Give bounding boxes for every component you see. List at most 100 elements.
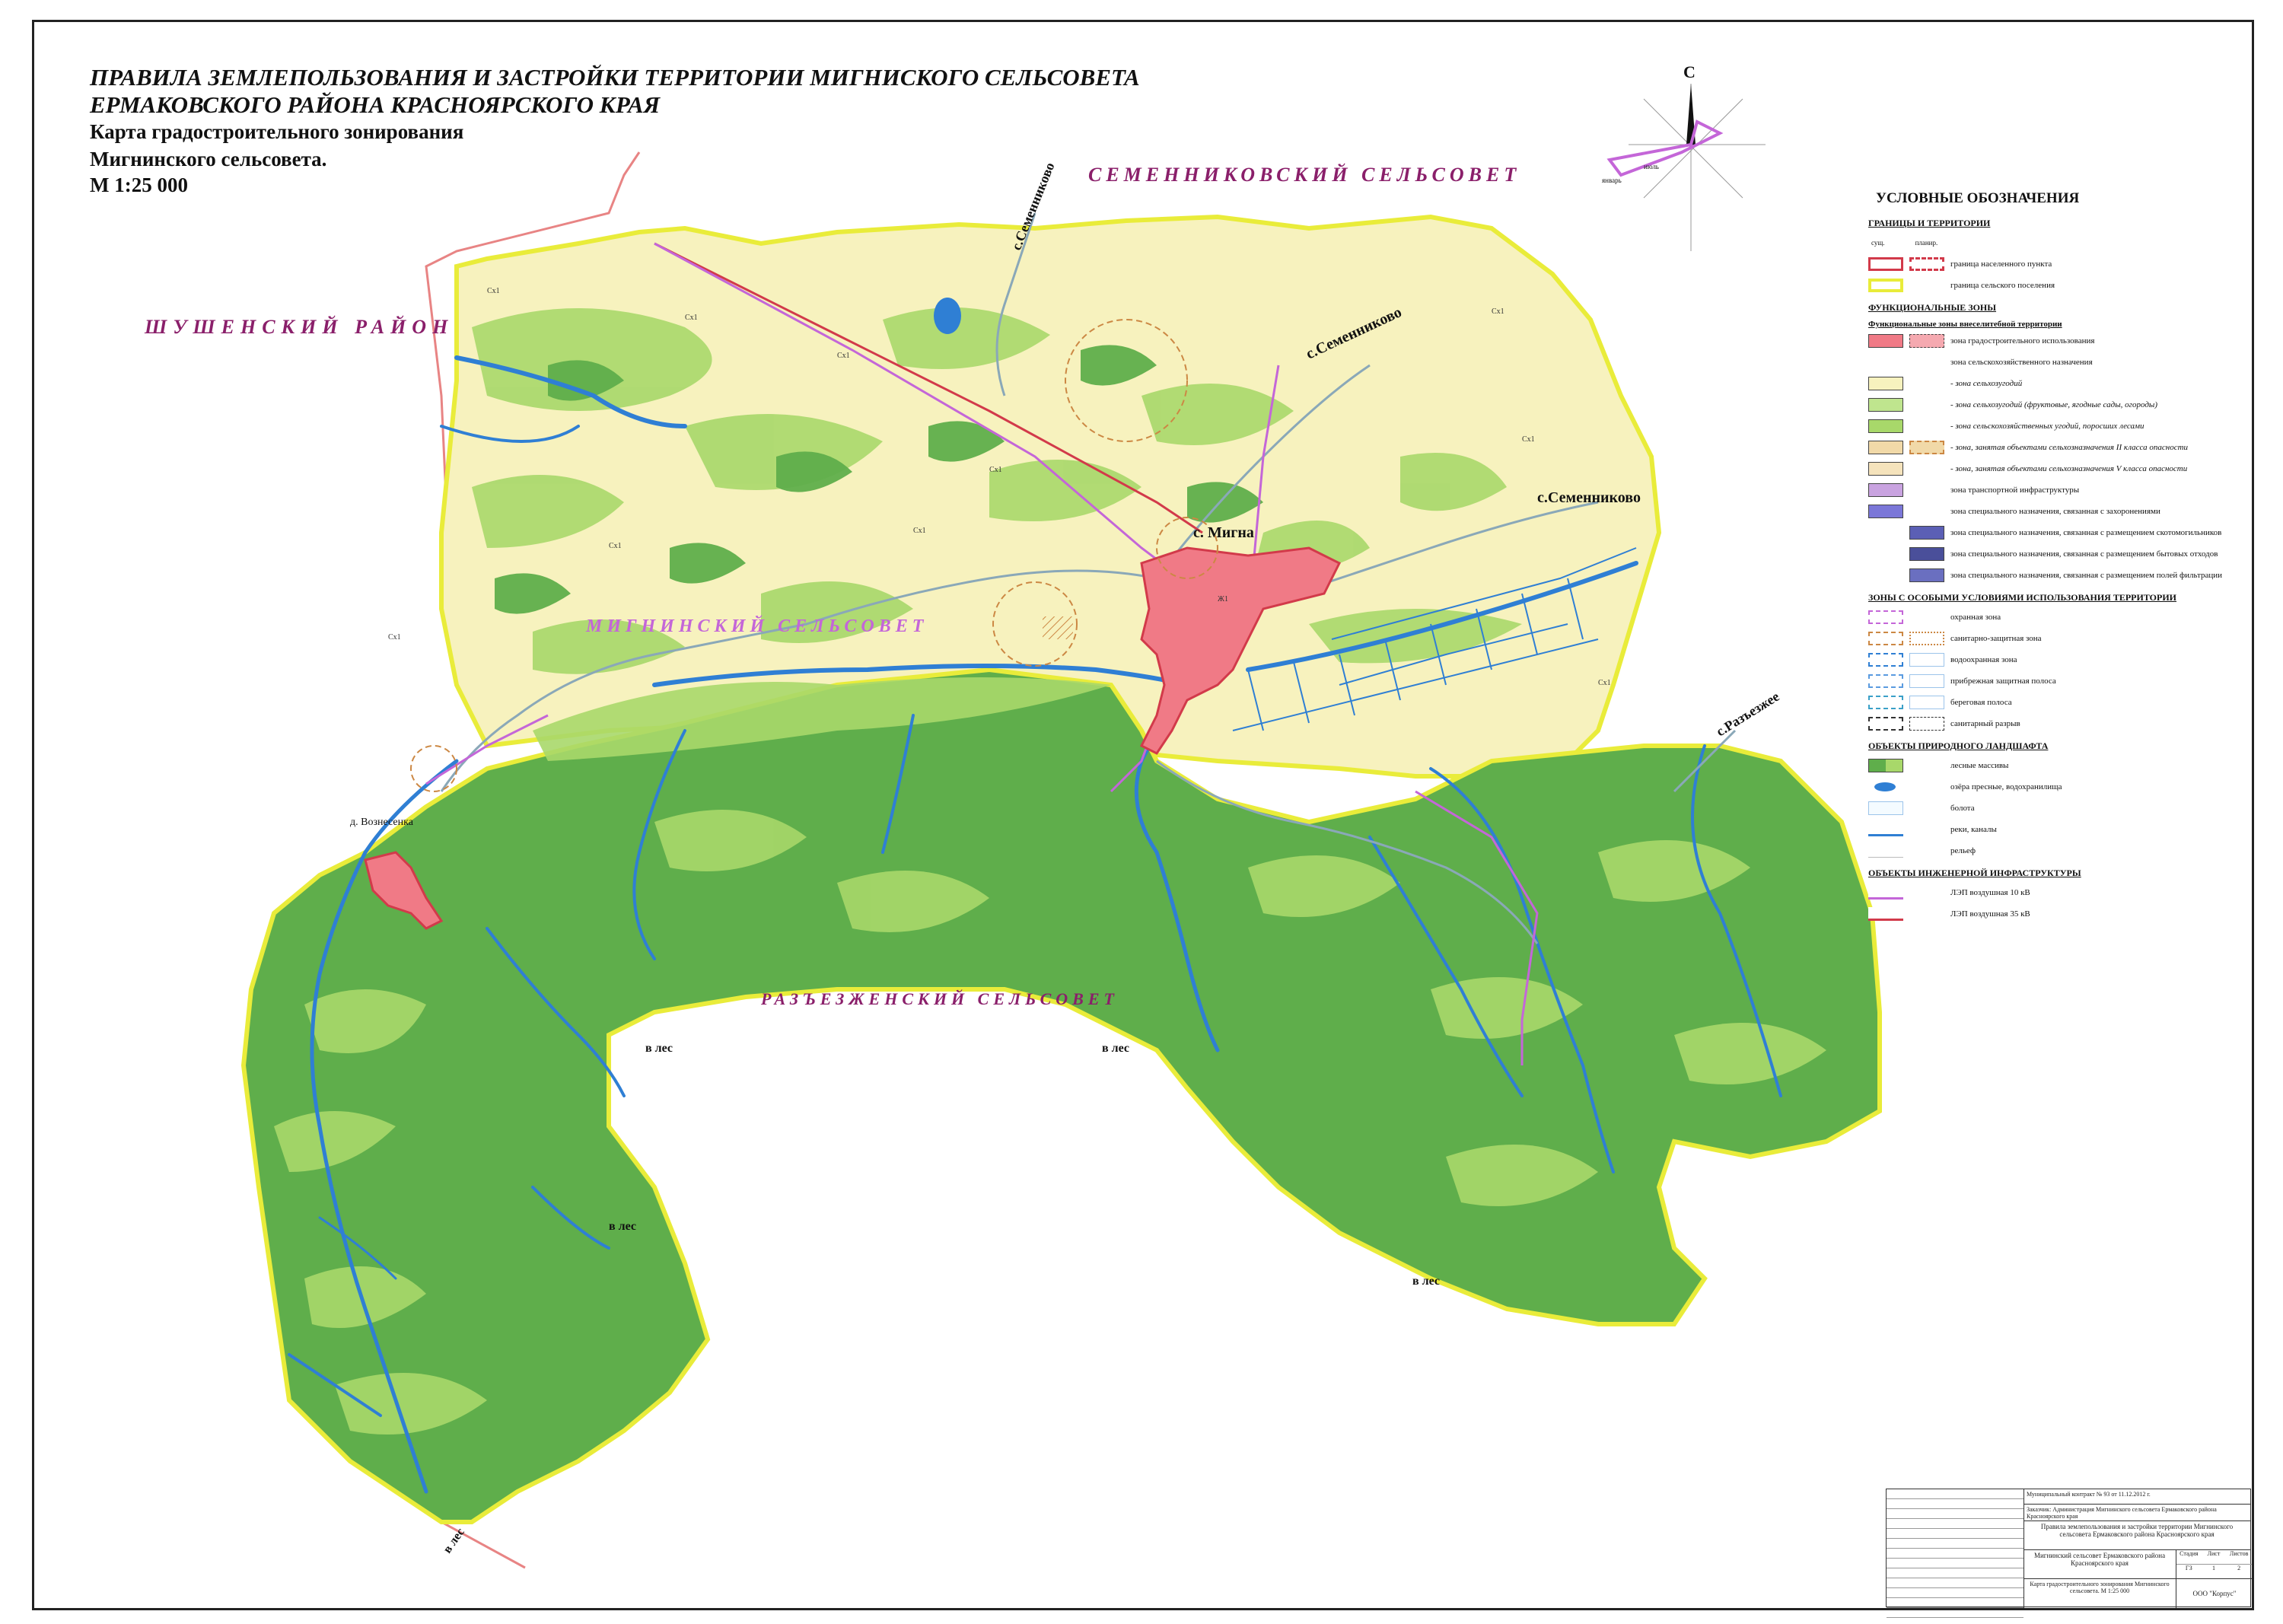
stamp-organization: ООО "Корпус": [2176, 1579, 2253, 1608]
swatch-settlement-border: [1868, 257, 1903, 271]
stamp-stage: ГЗ: [2185, 1565, 2192, 1571]
swatch-agri-land: [1868, 377, 1903, 390]
stamp-sheet-info: Стадия Лист Листов ГЗ 1 2: [2176, 1550, 2252, 1579]
swatch-rivers: [1868, 823, 1903, 836]
legend-label-burial: зона специального назначения, связанная …: [1950, 506, 2160, 516]
legend-item-settlement-border: граница населенного пункта: [1868, 255, 2264, 273]
legend-label-rural-border: граница сельского поселения: [1950, 280, 2055, 290]
legend-item-agri-purpose: зона сельскохозяйственного назначения: [1868, 353, 2264, 371]
map-subtitle: Карта градостроительного зонирования: [90, 120, 464, 143]
swatch-rural-border: [1868, 279, 1903, 292]
legend-label-sanitary-gap: санитарный разрыв: [1950, 718, 2020, 728]
legend-item-forests: лесные массивы: [1868, 756, 2264, 775]
legend-label-power-35: ЛЭП воздушная 35 кВ: [1950, 909, 2030, 919]
legend-label-rivers: реки, каналы: [1950, 824, 1997, 834]
legend-label-agri-purpose: зона сельскохозяйственного назначения: [1950, 357, 2093, 367]
legend-item-shore-strip: береговая полоса: [1868, 693, 2264, 712]
title-block-signatures: [1887, 1489, 2024, 1618]
legend-label-agri-orchard: - зона сельхозугодий (фруктовые, ягодные…: [1950, 400, 2157, 409]
legend-section-landscape: ОБЪЕКТЫ ПРИРОДНОГО ЛАНДШАФТА: [1868, 740, 2049, 751]
legend-label-coastal-strip: прибрежная защитная полоса: [1950, 676, 2056, 686]
legend-item-agri-class2: - зона, занятая объектами сельхозназначе…: [1868, 438, 2264, 457]
map-subtitle-2: Мигнинского сельсовета.: [90, 148, 327, 170]
swatch-swamps: [1868, 801, 1903, 815]
swatch-coastal-strip-2: [1909, 674, 1944, 688]
legend-label-cattle-burial: зона специального назначения, связанная …: [1950, 527, 2222, 537]
legend-item-agri-land: - зона сельхозугодий: [1868, 374, 2264, 393]
legend-label-sanitary: санитарно-защитная зона: [1950, 633, 2042, 643]
legend-section-boundaries: ГРАНИЦЫ И ТЕРРИТОРИИ: [1868, 218, 1991, 228]
legend-item-agri-class5: - зона, занятая объектами сельхозназначе…: [1868, 460, 2264, 478]
swatch-power-35: [1868, 907, 1903, 921]
legend-item-cattle-burial: зона специального назначения, связанная …: [1868, 524, 2264, 542]
title-block: Муниципальный контракт № 93 от 11.12.201…: [1886, 1489, 2253, 1618]
stamp-drawing-title: Карта градостроительного зонирования Миг…: [2030, 1581, 2170, 1594]
stamp-sheet-label: Лист: [2201, 1550, 2227, 1565]
legend-item-water-protection: водоохранная зона: [1868, 651, 2264, 669]
legend-section-special: ЗОНЫ С ОСОБЫМИ УСЛОВИЯМИ ИСПОЛЬЗОВАНИЯ Т…: [1868, 592, 2177, 603]
swatch-urban-use-planned: [1909, 334, 1944, 348]
swatch-sanitary-planned: [1909, 632, 1944, 645]
legend-item-rivers: реки, каналы: [1868, 820, 2264, 839]
swatch-urban-use: [1868, 334, 1903, 348]
legend-item-swamps: болота: [1868, 799, 2264, 817]
map-sheet: ПРАВИЛА ЗЕМЛЕПОЛЬЗОВАНИЯ И ЗАСТРОЙКИ ТЕР…: [0, 0, 2283, 1624]
swatch-waste: [1909, 547, 1944, 561]
legend-label-agri-class5: - зона, занятая объектами сельхозназначе…: [1950, 463, 2188, 473]
legend-item-sanitary-gap: санитарный разрыв: [1868, 715, 2264, 733]
swatch-coastal-strip: [1868, 674, 1903, 688]
legend-label-protection: охранная зона: [1950, 612, 2001, 622]
legend-item-lakes: озёра пресные, водохранилища: [1868, 778, 2264, 796]
swatch-shore-strip: [1868, 696, 1903, 709]
legend-col-planned: планир.: [1915, 239, 1938, 247]
swatch-agri-class2: [1868, 441, 1903, 454]
legend-label-relief: рельеф: [1950, 845, 1976, 855]
legend-label-agri-class2: - зона, занятая объектами сельхозназначе…: [1950, 442, 2189, 452]
legend-item-filtration: зона специального назначения, связанная …: [1868, 566, 2264, 584]
legend-col-headers: сущ. планир.: [1868, 234, 2264, 252]
swatch-shore-strip-2: [1909, 696, 1944, 709]
swatch-agri-overgrown: [1868, 419, 1903, 433]
legend-col-existing: сущ.: [1871, 239, 1885, 247]
legend-item-urban-use: зона градостроительного использования: [1868, 332, 2264, 350]
legend-item-rural-border: граница сельского поселения: [1868, 276, 2264, 295]
stamp-customer: Заказчик: Администрация Мигнинского сель…: [2023, 1505, 2250, 1521]
legend-label-forests: лесные массивы: [1950, 760, 2009, 770]
map-legend: УСЛОВНЫЕ ОБОЗНАЧЕНИЯ ГРАНИЦЫ И ТЕРРИТОРИ…: [1868, 190, 2264, 926]
legend-label-transport: зона транспортной инфраструктуры: [1950, 485, 2080, 495]
legend-label-agri-land: - зона сельхозугодий: [1950, 378, 2023, 388]
legend-item-protection: охранная зона: [1868, 608, 2264, 626]
swatch-water-protection-2: [1909, 653, 1944, 667]
legend-subsection-functional: Функциональные зоны внеселитебной террит…: [1868, 320, 2062, 329]
swatch-relief: [1868, 844, 1903, 858]
legend-label-swamps: болота: [1950, 803, 1975, 813]
legend-item-transport: зона транспортной инфраструктуры: [1868, 481, 2264, 499]
swatch-forests: [1868, 759, 1903, 772]
stamp-contract: Муниципальный контракт № 93 от 11.12.201…: [2023, 1489, 2250, 1505]
swatch-sanitary-gap: [1868, 717, 1903, 731]
legend-label-filtration: зона специального назначения, связанная …: [1950, 570, 2223, 580]
legend-title: УСЛОВНЫЕ ОБОЗНАЧЕНИЯ: [1876, 190, 2080, 206]
swatch-lakes: [1868, 780, 1903, 794]
legend-label-power-10: ЛЭП воздушная 10 кВ: [1950, 887, 2030, 897]
swatch-agri-class2-planned: [1909, 441, 1944, 454]
stamp-sheet: 1: [2211, 1565, 2215, 1571]
legend-item-coastal-strip: прибрежная защитная полоса: [1868, 672, 2264, 690]
legend-label-water-protection: водоохранная зона: [1950, 654, 2017, 664]
stamp-object: Мигнинский сельсовет Ермаковского района…: [2023, 1550, 2176, 1579]
legend-label-settlement-border: граница населенного пункта: [1950, 259, 2052, 269]
legend-label-shore-strip: береговая полоса: [1950, 697, 2012, 707]
legend-label-urban-use: зона градостроительного использования: [1950, 336, 2095, 345]
swatch-protection: [1868, 610, 1903, 624]
swatch-cattle-burial: [1909, 526, 1944, 540]
legend-item-power-10: ЛЭП воздушная 10 кВ: [1868, 884, 2264, 902]
stamp-sheets-label: Листов: [2226, 1550, 2252, 1565]
swatch-power-10: [1868, 886, 1903, 900]
legend-label-waste: зона специального назначения, связанная …: [1950, 549, 2218, 559]
swatch-agri-orchard: [1868, 398, 1903, 412]
map-title-line1: ПРАВИЛА ЗЕМЛЕПОЛЬЗОВАНИЯ И ЗАСТРОЙКИ ТЕР…: [90, 64, 1140, 91]
swatch-sanitary-gap-2: [1909, 717, 1944, 731]
legend-label-agri-overgrown: - зона сельскохозяйственных угодий, поро…: [1950, 421, 2144, 431]
legend-item-sanitary: санитарно-защитная зона: [1868, 629, 2264, 648]
legend-item-agri-orchard: - зона сельхозугодий (фруктовые, ягодные…: [1868, 396, 2264, 414]
